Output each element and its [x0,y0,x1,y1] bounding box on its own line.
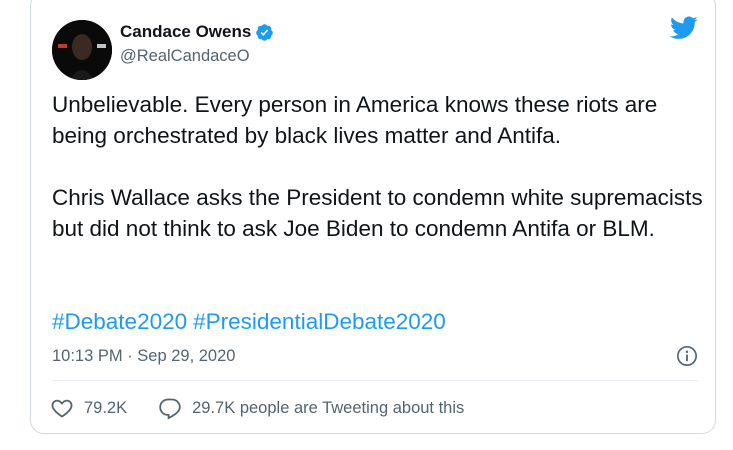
author-name[interactable]: Candace Owens [120,22,251,42]
twitter-bird-icon[interactable] [670,16,698,40]
tweet-actions: 79.2K 29.7K people are Tweeting about th… [50,396,464,420]
info-icon[interactable] [676,345,698,367]
tweet-text: Unbelievable. Every person in America kn… [52,92,703,241]
avatar-photo [52,20,112,80]
author-name-row[interactable]: Candace Owens [120,22,274,42]
tweet-timestamp[interactable]: 10:13 PM · Sep 29, 2020 [52,347,235,366]
like-count: 79.2K [84,398,128,417]
tweeting-about-text: 29.7K people are Tweeting about this [192,398,465,417]
like-button[interactable]: 79.2K [50,396,127,420]
divider [52,380,698,381]
author-handle[interactable]: @RealCandaceO [120,47,250,66]
hashtag-debate2020[interactable]: #Debate2020 [52,309,187,334]
avatar[interactable] [52,20,112,80]
heart-icon [51,399,73,418]
tweeting-about-link[interactable]: 29.7K people are Tweeting about this [158,396,464,420]
hashtag-presidentialdebate2020[interactable]: #PresidentialDebate2020 [193,309,446,334]
speech-bubble-icon [159,398,181,420]
hashtags: #Debate2020 #PresidentialDebate2020 [52,309,452,335]
verified-badge-icon [256,23,274,41]
